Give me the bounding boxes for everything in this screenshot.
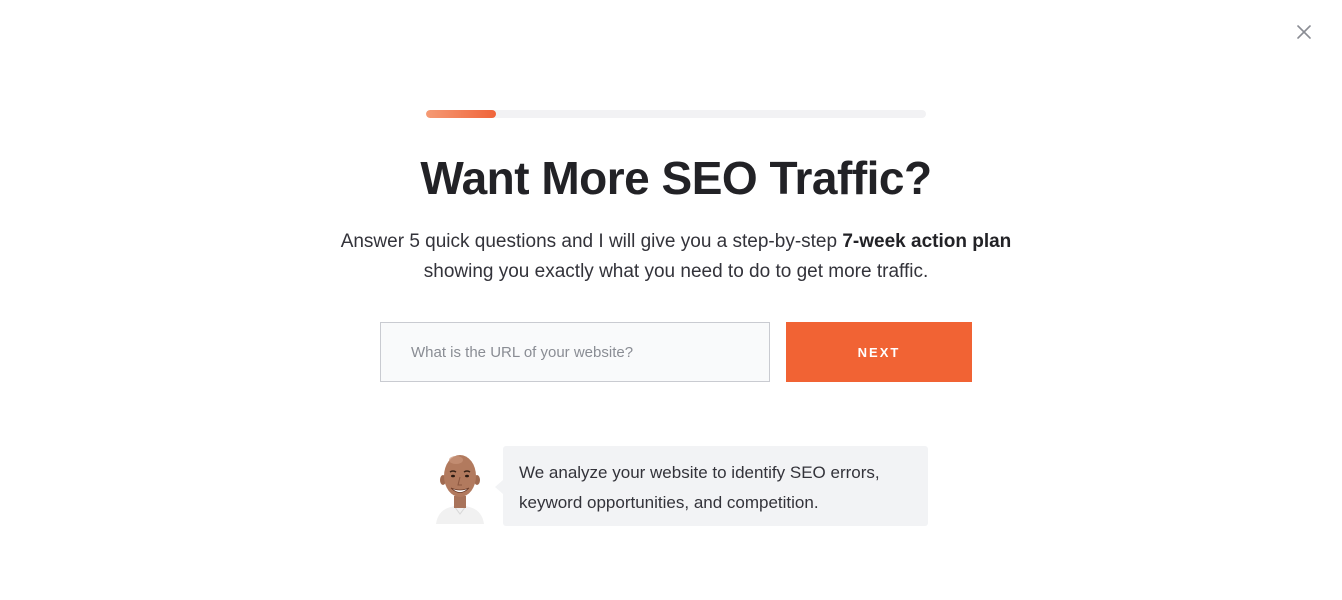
avatar (432, 448, 488, 524)
avatar-portrait-icon (436, 455, 484, 524)
website-url-input[interactable] (380, 322, 770, 382)
assistant-message-line2: keyword opportunities, and competition. (519, 493, 819, 512)
next-button[interactable]: NEXT (786, 322, 972, 382)
assistant-message-line1: We analyze your website to identify SEO … (519, 463, 880, 482)
subtitle-text: Answer 5 quick questions and I will give… (340, 231, 843, 252)
close-button[interactable] (1294, 22, 1314, 42)
subtitle-text-line2: showing you exactly what you need to do … (423, 261, 929, 282)
page-subtitle: Answer 5 quick questions and I will give… (0, 227, 1342, 287)
close-icon[interactable] (1294, 22, 1314, 42)
subtitle-highlight: 7-week action plan (842, 231, 1012, 252)
page-title: Want More SEO Traffic? (420, 152, 932, 204)
progress-bar-fill (426, 110, 496, 118)
assistant-message-bubble: We analyze your website to identify SEO … (495, 446, 928, 526)
progress-bar (426, 110, 926, 118)
seo-quiz-modal: Want More SEO Traffic? Answer 5 quick qu… (0, 0, 1342, 600)
